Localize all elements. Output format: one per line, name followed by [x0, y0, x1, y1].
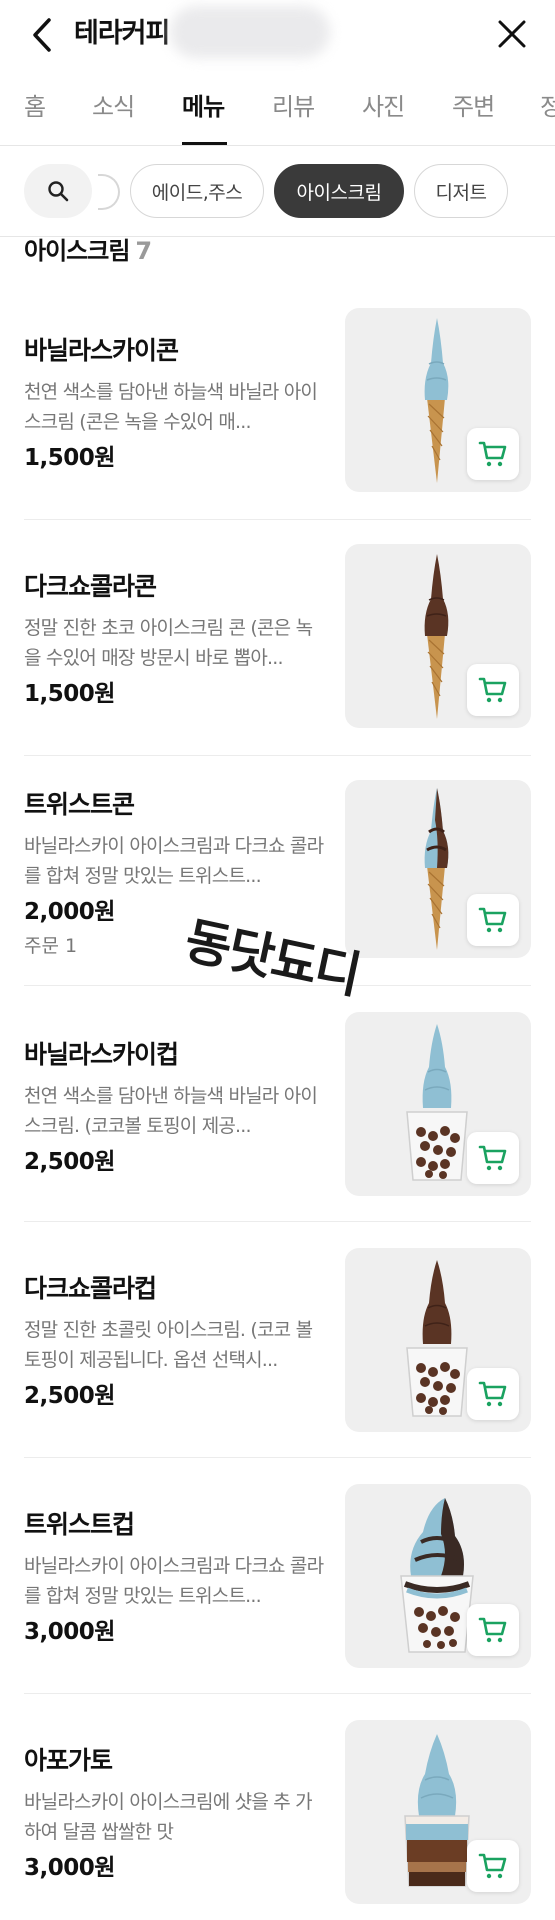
divider	[24, 519, 531, 520]
item-image	[345, 1720, 531, 1904]
menu-item[interactable]: 바닐라스카이컵 천연 색소를 담아낸 하늘색 바닐라 아이스크림. (코코볼 토…	[0, 1002, 555, 1222]
close-button[interactable]	[492, 14, 532, 54]
item-description: 정말 진한 초콜릿 아이스크림. (코코 볼 토핑이 제공됩니다. 옵션 선택시…	[24, 1319, 313, 1371]
chip-ade-juice[interactable]: 에이드,주스	[130, 164, 264, 218]
search-chip[interactable]	[24, 164, 92, 218]
add-to-cart-button[interactable]	[467, 428, 519, 480]
page-title: 테라커피	[74, 18, 170, 49]
chip-scroll-edge	[98, 174, 120, 210]
item-description: 천연 색소를 담아낸 하늘색 바닐라 아이스크림. (코코볼 토핑이 제공...	[24, 1085, 318, 1137]
divider	[24, 1221, 531, 1222]
chip-dessert[interactable]: 디저트	[414, 164, 508, 218]
tab-bar: 홈 소식 메뉴 리뷰 사진 주변 정	[0, 84, 555, 146]
add-to-cart-button[interactable]	[467, 1604, 519, 1656]
tab-info[interactable]: 정	[540, 90, 555, 124]
tab-reviews[interactable]: 리뷰	[272, 90, 315, 124]
tab-nearby[interactable]: 주변	[452, 90, 495, 124]
item-price: 1,500원	[24, 681, 115, 707]
menu-item[interactable]: 다크쇼콜라콘 정말 진한 초코 아이스크림 콘 (콘은 녹을 수있어 매장 방문…	[0, 536, 555, 756]
menu-item[interactable]: 바닐라스카이콘 천연 색소를 담아낸 하늘색 바닐라 아이스크림 (콘은 녹을 …	[0, 300, 555, 520]
search-icon	[48, 181, 69, 202]
item-name: 트위스트컵	[24, 1510, 135, 1539]
chip-icecream[interactable]: 아이스크림	[274, 164, 404, 218]
item-name: 다크쇼콜라컵	[24, 1274, 157, 1303]
item-price: 2,500원	[24, 1383, 115, 1409]
chevron-left-icon	[33, 18, 51, 52]
item-description: 바닐라스카이 아이스크림에 샷을 추 가하여 달콤 쌉쌀한 맛	[24, 1791, 313, 1843]
item-name: 아포가토	[24, 1746, 113, 1775]
cart-icon	[478, 1853, 507, 1879]
item-name: 바닐라스카이컵	[24, 1040, 179, 1069]
item-price: 1,500원	[24, 445, 115, 471]
section-name: 아이스크림	[24, 237, 130, 265]
tab-home[interactable]: 홈	[24, 90, 46, 124]
add-to-cart-button[interactable]	[467, 1132, 519, 1184]
item-image	[345, 1484, 531, 1668]
item-description: 바닐라스카이 아이스크림과 다크쇼 콜라를 합쳐 정말 맛있는 트위스트...	[24, 835, 324, 887]
divider	[24, 1457, 531, 1458]
item-price: 3,000원	[24, 1619, 115, 1645]
section-count: 7	[135, 237, 152, 265]
add-to-cart-button[interactable]	[467, 894, 519, 946]
back-button[interactable]	[24, 16, 60, 54]
item-name: 트위스트콘	[24, 790, 135, 819]
tab-menu[interactable]: 메뉴	[182, 90, 225, 124]
category-chips: 에이드,주스 아이스크림 디저트	[0, 162, 555, 222]
item-image	[345, 780, 531, 958]
item-image	[345, 308, 531, 492]
order-count: 주문 1	[24, 935, 78, 957]
divider	[24, 1693, 531, 1694]
add-to-cart-button[interactable]	[467, 664, 519, 716]
cart-icon	[478, 677, 507, 703]
tab-photos[interactable]: 사진	[362, 90, 405, 124]
item-description: 정말 진한 초코 아이스크림 콘 (콘은 녹을 수있어 매장 방문시 바로 뽑아…	[24, 617, 313, 669]
tab-news[interactable]: 소식	[92, 90, 135, 124]
top-bar: 테라커피	[0, 0, 555, 70]
item-image	[345, 1248, 531, 1432]
cart-icon	[478, 441, 507, 467]
cart-icon	[478, 907, 507, 933]
item-price: 2,500원	[24, 1149, 115, 1175]
item-name: 바닐라스카이콘	[24, 336, 179, 365]
section-title: 아이스크림 7	[24, 236, 152, 266]
item-image	[345, 1012, 531, 1196]
add-to-cart-button[interactable]	[467, 1840, 519, 1892]
menu-item[interactable]: 아포가토 바닐라스카이 아이스크림에 샷을 추 가하여 달콤 쌉쌀한 맛 3,0…	[0, 1710, 555, 1920]
add-to-cart-button[interactable]	[467, 1368, 519, 1420]
item-description: 천연 색소를 담아낸 하늘색 바닐라 아이스크림 (콘은 녹을 수있어 매...	[24, 381, 318, 433]
blurred-overlay	[170, 6, 330, 58]
cart-icon	[478, 1145, 507, 1171]
item-name: 다크쇼콜라콘	[24, 572, 157, 601]
active-tab-indicator	[182, 142, 227, 145]
divider	[24, 755, 531, 756]
item-image	[345, 544, 531, 728]
close-icon	[498, 20, 526, 48]
cart-icon	[478, 1381, 507, 1407]
cart-icon	[478, 1617, 507, 1643]
item-price: 2,000원	[24, 899, 115, 925]
menu-item[interactable]: 다크쇼콜라컵 정말 진한 초콜릿 아이스크림. (코코 볼 토핑이 제공됩니다.…	[0, 1238, 555, 1458]
menu-item[interactable]: 트위스트컵 바닐라스카이 아이스크림과 다크쇼 콜라를 합쳐 정말 맛있는 트위…	[0, 1474, 555, 1694]
item-price: 3,000원	[24, 1855, 115, 1881]
item-description: 바닐라스카이 아이스크림과 다크쇼 콜라를 합쳐 정말 맛있는 트위스트...	[24, 1555, 324, 1607]
